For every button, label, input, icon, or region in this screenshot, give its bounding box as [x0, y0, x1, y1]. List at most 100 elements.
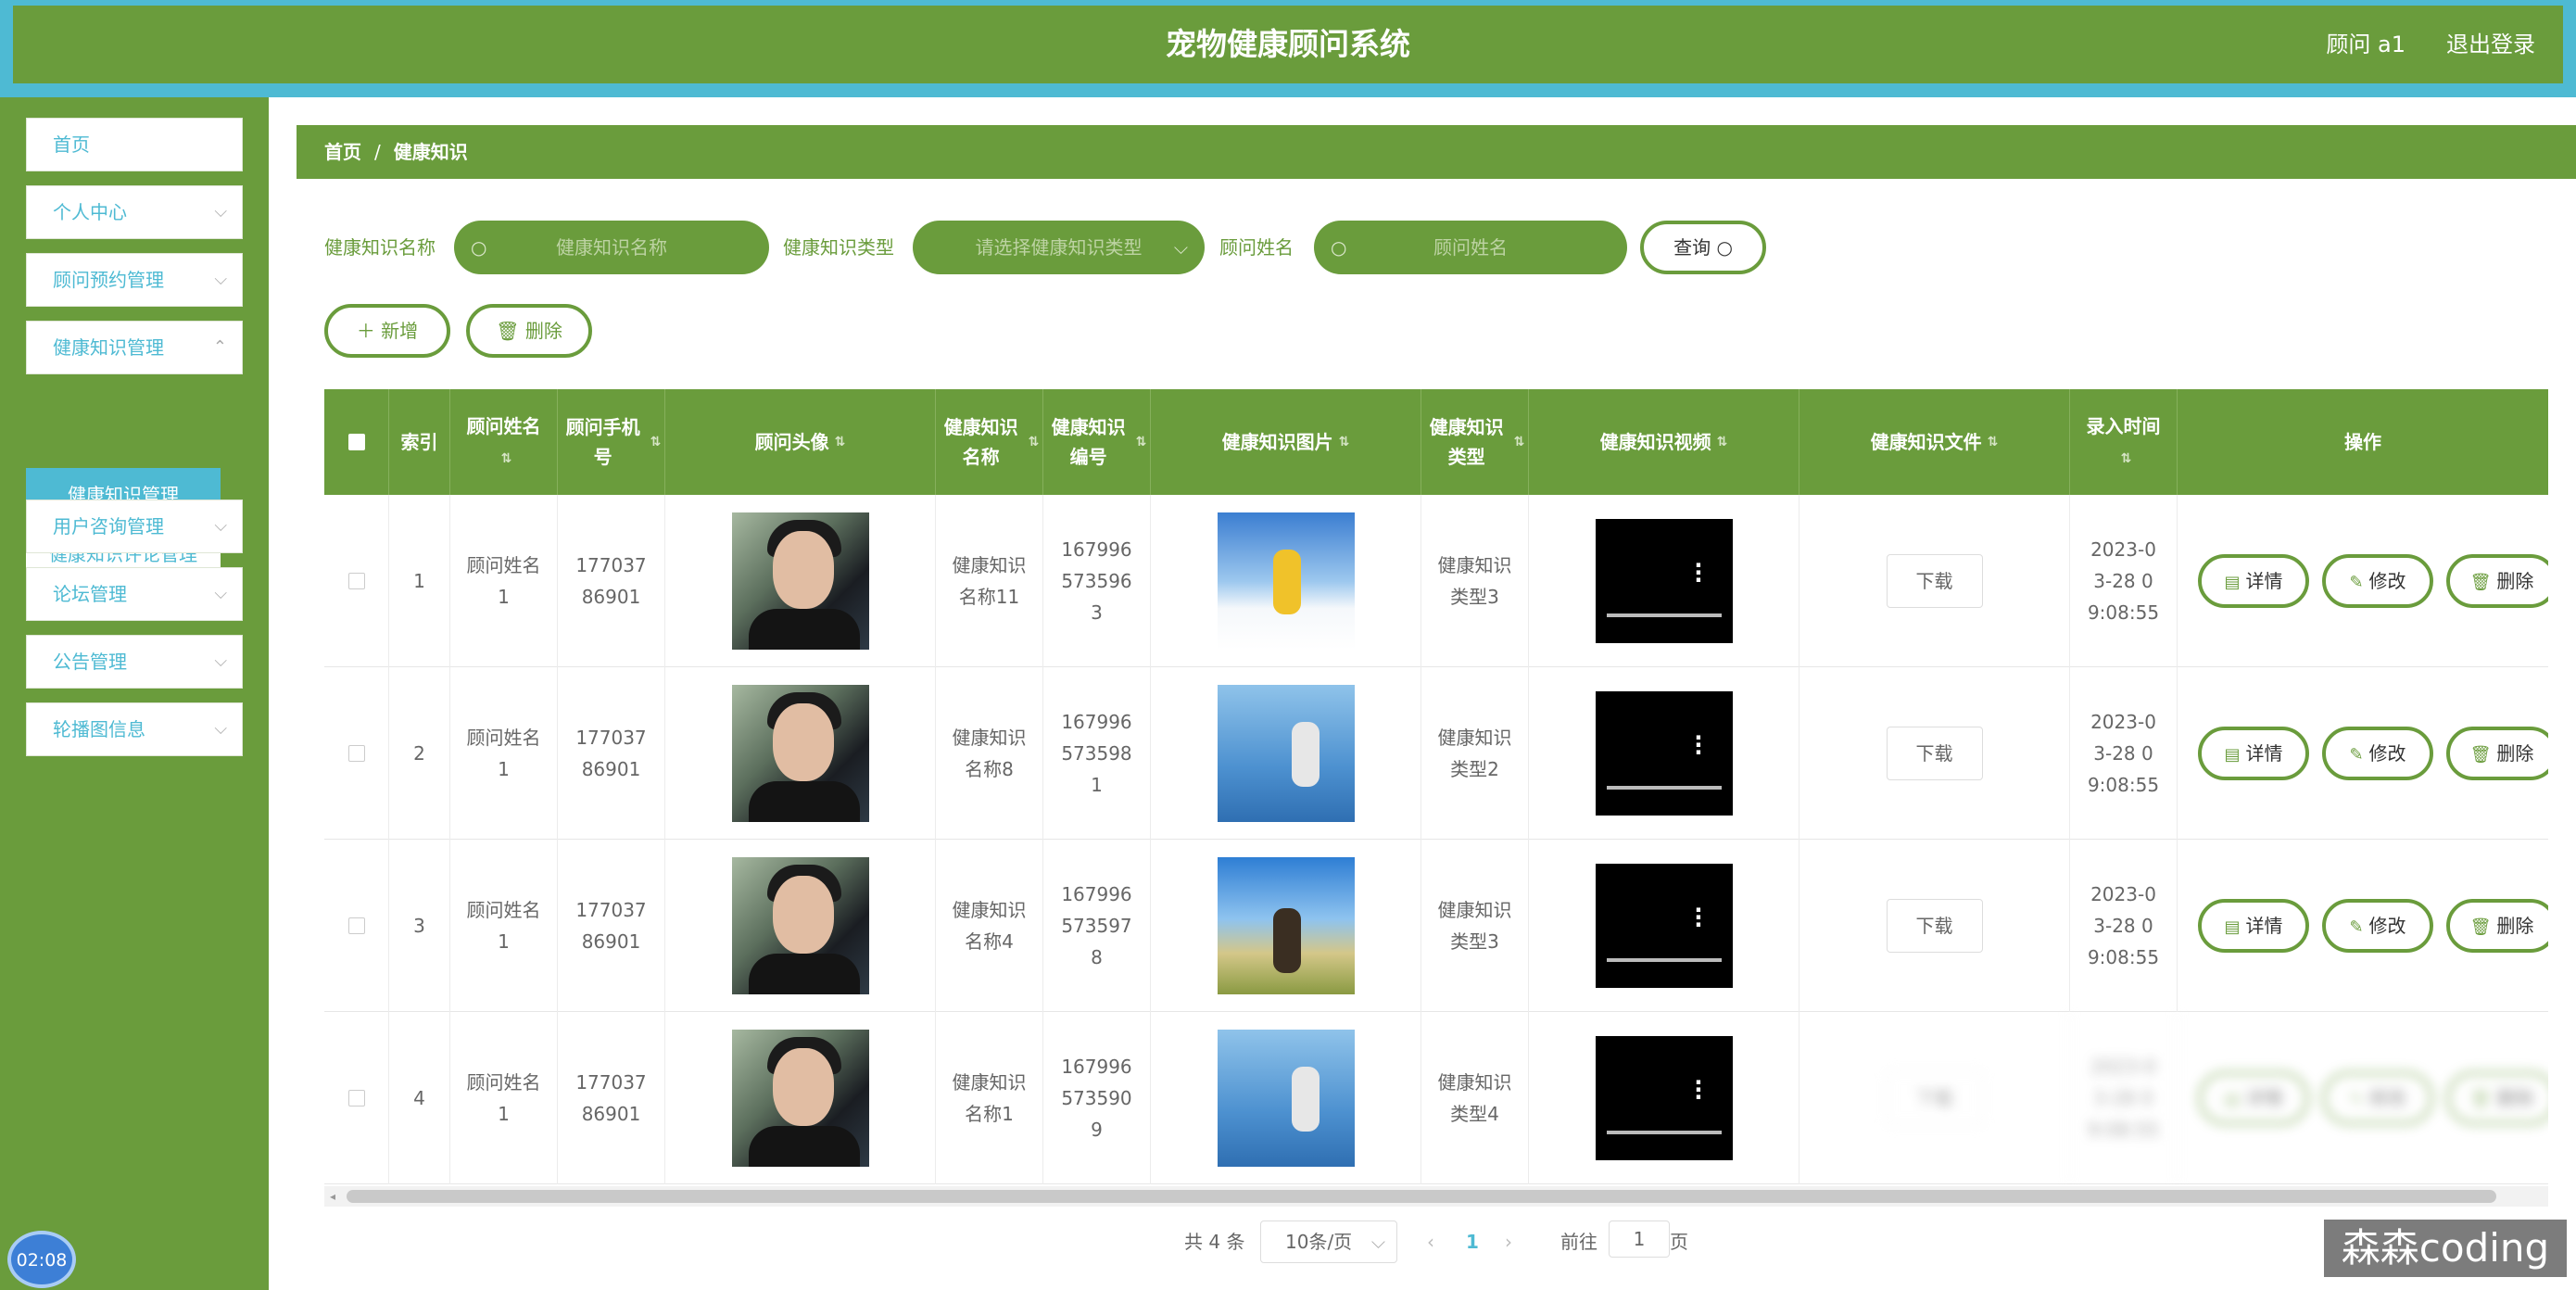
sidebar-item-appointments[interactable]: 顾问预约管理 ⌵: [26, 253, 243, 307]
query-label: 查询: [1673, 236, 1711, 259]
scrollbar-thumb[interactable]: [347, 1190, 2496, 1203]
edit-button[interactable]: ✎ 修改: [2322, 1071, 2433, 1125]
detail-button[interactable]: ▤ 详情: [2198, 727, 2309, 780]
cell-file: 下载: [1799, 667, 2070, 840]
table-row: 2 顾问姓名1 17703786901 健康知识名称8 1679965735981 健康知…: [324, 667, 2548, 840]
sidebar-item-forum[interactable]: 论坛管理 ⌵: [26, 567, 243, 621]
row-delete-button[interactable]: 🗑 删除: [2446, 899, 2548, 953]
delete-button[interactable]: 🗑 删除: [466, 304, 592, 358]
cell-advisor: 顾问姓名1: [450, 495, 558, 667]
video-player[interactable]: · · ·: [1595, 864, 1733, 988]
edit-button[interactable]: ✎ 修改: [2322, 727, 2433, 780]
advisor-avatar[interactable]: [731, 685, 869, 822]
col-image[interactable]: 健康知识图片 ⇅: [1151, 389, 1421, 495]
detail-button[interactable]: ▤ 详情: [2198, 1071, 2309, 1125]
col-type[interactable]: 健康知识类型 ⇅: [1421, 389, 1529, 495]
cell-code: 1679965735963: [1043, 495, 1151, 667]
cell-time: 2023-03-28 09:08:55: [2070, 495, 2178, 667]
sidebar-item-label: 首页: [53, 133, 90, 156]
query-button[interactable]: 查询 ○: [1640, 221, 1766, 274]
more-icon[interactable]: · · ·: [1694, 554, 1702, 591]
sidebar-item-consult[interactable]: 用户咨询管理 ⌵: [26, 500, 243, 553]
detail-button[interactable]: ▤ 详情: [2198, 899, 2309, 953]
download-button[interactable]: 下载: [1886, 1071, 1983, 1125]
sidebar-item-home[interactable]: 首页: [26, 118, 243, 171]
chevron-down-icon: ⌵: [214, 719, 227, 739]
video-player[interactable]: · · ·: [1595, 519, 1733, 643]
sidebar-item-carousel[interactable]: 轮播图信息 ⌵: [26, 702, 243, 756]
edit-button[interactable]: ✎ 修改: [2322, 899, 2433, 953]
col-advisor[interactable]: 顾问姓名 ⇅: [450, 389, 558, 495]
chevron-up-icon: ⌃: [212, 337, 227, 357]
more-icon[interactable]: · · ·: [1694, 899, 1702, 936]
row-checkbox[interactable]: [347, 917, 365, 934]
cell-code: 1679965735978: [1043, 840, 1151, 1012]
edit-button[interactable]: ✎ 修改: [2322, 554, 2433, 608]
video-player[interactable]: · · ·: [1595, 691, 1733, 816]
sidebar-item-health-knowledge[interactable]: 健康知识管理 ⌃: [26, 321, 243, 374]
advisor-avatar[interactable]: [731, 512, 869, 650]
cell-text: 1: [413, 570, 425, 592]
prev-page-icon[interactable]: ‹: [1427, 1220, 1434, 1263]
col-phone[interactable]: 顾问手机号 ⇅: [558, 389, 665, 495]
row-checkbox[interactable]: [347, 1090, 365, 1107]
advisor-avatar[interactable]: [731, 857, 869, 994]
col-image-label: 健康知识图片: [1221, 431, 1333, 453]
cell-image: [1151, 840, 1421, 1012]
knowledge-image[interactable]: [1217, 1030, 1355, 1167]
row-delete-button[interactable]: 🗑 删除: [2446, 554, 2548, 608]
row-delete-button[interactable]: 🗑 删除: [2446, 1071, 2548, 1125]
video-player[interactable]: · · ·: [1595, 1036, 1733, 1160]
more-icon[interactable]: · · ·: [1694, 727, 1702, 764]
header: 宠物健康顾问系统 顾问 a1 退出登录: [13, 6, 2563, 83]
download-button[interactable]: 下载: [1886, 727, 1983, 780]
row-delete-button[interactable]: 🗑 删除: [2446, 727, 2548, 780]
video-progress[interactable]: [1606, 613, 1722, 617]
cell-actions: ▤ 详情 ✎ 修改 🗑 删除: [2178, 667, 2548, 840]
cell-advisor: 顾问姓名1: [450, 1012, 558, 1184]
video-progress[interactable]: [1606, 1131, 1722, 1134]
add-button[interactable]: ＋ 新增: [324, 304, 450, 358]
scroll-left-icon[interactable]: ◂: [330, 1186, 335, 1207]
video-progress[interactable]: [1606, 958, 1722, 962]
download-button[interactable]: 下载: [1886, 554, 1983, 608]
knowledge-image[interactable]: [1217, 512, 1355, 650]
document-icon: ▤: [2224, 1090, 2241, 1109]
breadcrumb-home[interactable]: 首页: [324, 141, 361, 163]
pagination-total: 共 4 条: [1184, 1231, 1245, 1253]
row-checkbox[interactable]: [347, 573, 365, 589]
name-search-input[interactable]: ○ 健康知识名称: [454, 221, 769, 274]
detail-button[interactable]: ▤ 详情: [2198, 554, 2309, 608]
page-size-select[interactable]: 10条/页 ⌵: [1260, 1220, 1397, 1263]
col-index-label: 索引: [400, 431, 438, 453]
sort-icon: ⇅: [1028, 435, 1040, 449]
row-checkbox[interactable]: [347, 745, 365, 762]
knowledge-image[interactable]: [1217, 857, 1355, 994]
more-icon[interactable]: · · ·: [1694, 1071, 1702, 1108]
goto-page-input[interactable]: 1: [1609, 1220, 1670, 1258]
advisor-avatar[interactable]: [731, 1030, 869, 1167]
col-video[interactable]: 健康知识视频 ⇅: [1529, 389, 1799, 495]
sidebar-item-notice[interactable]: 公告管理 ⌵: [26, 635, 243, 689]
select-all-checkbox[interactable]: [347, 434, 365, 450]
col-code[interactable]: 健康知识编号 ⇅: [1043, 389, 1151, 495]
video-progress[interactable]: [1606, 786, 1722, 790]
cell-video: · · ·: [1529, 840, 1799, 1012]
knowledge-image[interactable]: [1217, 685, 1355, 822]
document-icon: ▤: [2224, 573, 2241, 592]
table-row: 3 顾问姓名1 17703786901 健康知识名称4 1679965735978 健康知…: [324, 840, 2548, 1012]
horizontal-scrollbar[interactable]: ◂: [324, 1186, 2548, 1207]
col-avatar[interactable]: 顾问头像 ⇅: [665, 389, 936, 495]
sort-icon: ⇅: [2120, 450, 2132, 466]
sidebar-item-profile[interactable]: 个人中心 ⌵: [26, 185, 243, 239]
next-page-icon[interactable]: ›: [1505, 1220, 1512, 1263]
col-time[interactable]: 录入时间 ⇅: [2070, 389, 2178, 495]
logout-link[interactable]: 退出登录: [2446, 6, 2535, 83]
page-number-current[interactable]: 1: [1466, 1220, 1479, 1263]
download-button[interactable]: 下载: [1886, 899, 1983, 953]
advisor-search-input[interactable]: ○ 顾问姓名: [1314, 221, 1627, 274]
col-file[interactable]: 健康知识文件 ⇅: [1799, 389, 2070, 495]
table-row: 1 顾问姓名1 17703786901 健康知识名称11 1679965735963 健康…: [324, 495, 2548, 667]
type-select[interactable]: 请选择健康知识类型 ⌵: [913, 221, 1205, 274]
col-name[interactable]: 健康知识名称 ⇅: [936, 389, 1043, 495]
